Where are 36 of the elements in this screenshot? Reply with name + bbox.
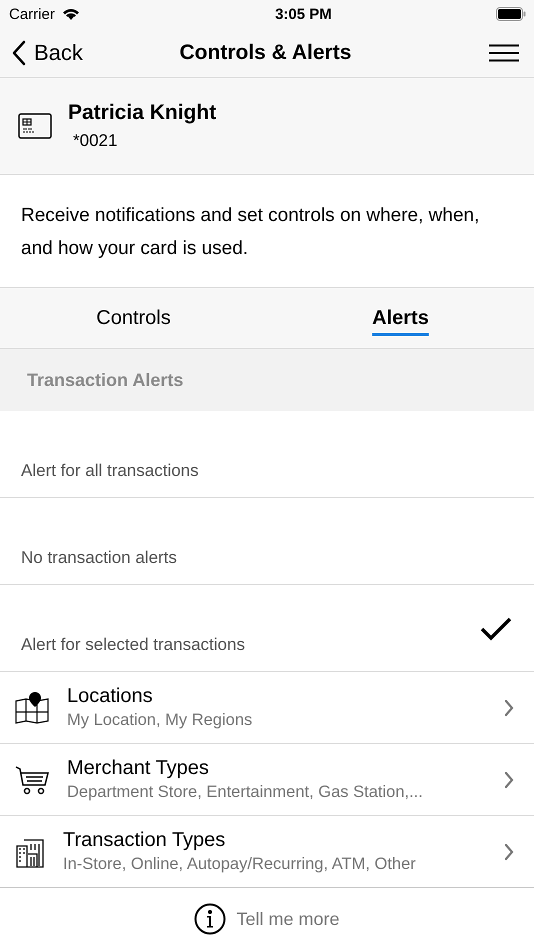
list-row[interactable]: Transaction Types In-Store, Online, Autopay/Recurring, ATM, Other xyxy=(0,816,534,887)
option-label: No transaction alerts xyxy=(21,548,177,568)
card-number: *0021 xyxy=(72,131,118,151)
credit-card-icon xyxy=(18,113,52,139)
chevron-right-icon xyxy=(504,698,514,716)
row-subtitle: Department Store, Entertainment, Gas Station,... xyxy=(67,783,424,802)
alert-option[interactable]: No transaction alerts xyxy=(0,498,534,585)
back-button[interactable]: Back xyxy=(12,40,83,66)
row-title: Locations xyxy=(67,685,154,708)
chevron-right-icon xyxy=(504,842,514,860)
chevron-left-icon xyxy=(12,40,26,66)
alert-option[interactable]: Alert for selected transactions xyxy=(0,585,534,672)
cardholder-name: Patricia Knight xyxy=(68,101,216,125)
battery-icon xyxy=(496,7,526,21)
row-title: Merchant Types xyxy=(67,757,210,780)
alert-option[interactable]: Alert for all transactions xyxy=(0,411,534,498)
map-pin-icon xyxy=(15,690,49,724)
tell-me-more-button[interactable]: Tell me more xyxy=(194,903,340,935)
section-header: Transaction Alerts xyxy=(0,349,534,411)
status-time: 3:05 PM xyxy=(275,6,332,22)
shopping-cart-icon xyxy=(15,764,49,794)
list-row[interactable]: Locations My Location, My Regions xyxy=(0,672,534,744)
row-subtitle: My Location, My Regions xyxy=(67,711,254,730)
info-icon xyxy=(194,903,226,935)
tab[interactable]: Alerts xyxy=(267,288,534,348)
menu-icon[interactable] xyxy=(488,44,520,62)
carrier-label: Carrier xyxy=(9,6,55,22)
row-subtitle: In-Store, Online, Autopay/Recurring, ATM, Other xyxy=(63,855,417,874)
screen-title: Controls & Alerts xyxy=(180,40,352,64)
option-label: Alert for all transactions xyxy=(21,461,199,481)
option-label: Alert for selected transactions xyxy=(21,635,245,655)
tab[interactable]: Controls xyxy=(0,288,267,348)
row-title: Transaction Types xyxy=(63,829,226,852)
list-row[interactable]: Merchant Types Department Store, Entertainment, Gas Station,... xyxy=(0,744,534,816)
chevron-right-icon xyxy=(504,770,514,788)
wifi-icon xyxy=(60,7,81,21)
